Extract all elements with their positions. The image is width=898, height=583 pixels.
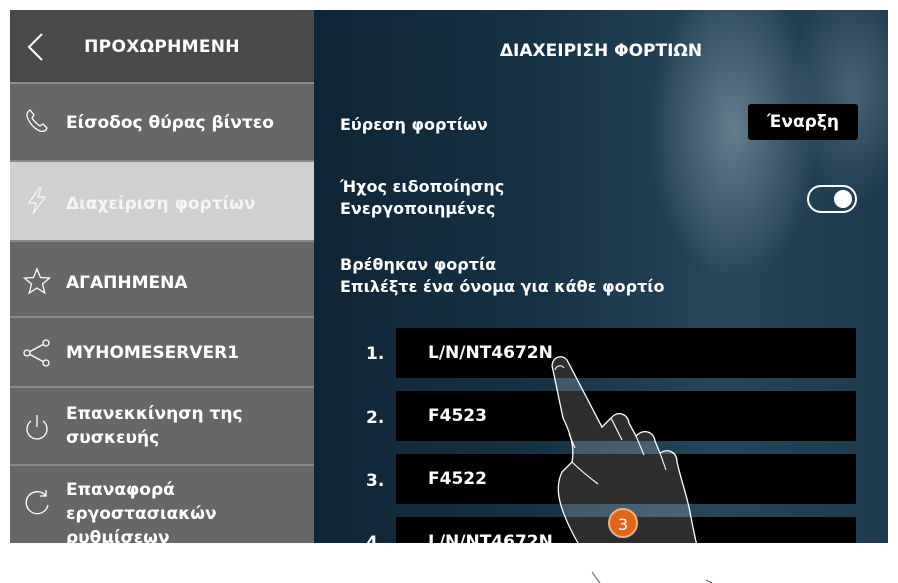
star-icon [22,267,52,295]
sidebar-item-label: ΑΓΑΠΗΜΕΝΑ [66,273,188,293]
toggle-knob [834,190,852,208]
sidebar-item-video-door-entry[interactable]: Είσοδος θύρας βίντεο [10,84,314,162]
instruction-text: Επιλέξτε ένα όνομα για κάθε φορτίο [340,277,665,296]
load-number: 1. [366,344,385,364]
sidebar-title: ΠΡΟΧΩΡΗΜΕΝΗ [84,37,240,57]
load-number: 4. [366,533,385,543]
load-number: 2. [366,408,385,428]
sidebar-item-label: Επανεκκίνηση της συσκευής [66,404,243,448]
reset-icon [25,490,49,515]
share-icon [23,339,50,367]
lightning-icon [27,187,47,215]
notification-status: Ενεργοποιημένες [340,199,496,218]
search-loads-label: Εύρεση φορτίων [340,115,488,134]
load-name-field[interactable]: F4523 [396,391,856,441]
phone-icon [26,109,48,133]
load-name-field[interactable]: F4522 [396,454,856,504]
load-name-field[interactable]: L/N/NT4672N [396,328,856,378]
sidebar-item-load-management[interactable]: Διαχείριση φορτίων [10,162,314,242]
sidebar-item-factory-reset[interactable]: Επαναφορά εργοστασιακών ρυθμίσεων [10,466,314,543]
device-screen: ΠΡΟΧΩΡΗΜΕΝΗ Είσοδος θύρας βίντεο Διαχείρ… [10,10,888,543]
step-number-badge: 3 [608,508,638,538]
sidebar-item-restart-device[interactable]: Επανεκκίνηση της συσκευής [10,388,314,466]
sidebar-item-favourites[interactable]: ΑΓΑΠΗΜΕΝΑ [10,242,314,318]
sidebar-item-label: MYHOMESERVER1 [66,343,240,363]
sidebar-header: ΠΡΟΧΩΡΗΜΕΝΗ [10,10,314,84]
start-button[interactable]: Έναρξη [748,104,858,140]
page-title: ΔΙΑΧΕΙΡΙΣΗ ΦΟΡΤΙΩΝ [499,41,703,61]
main-panel: ΔΙΑΧΕΙΡΙΣΗ ΦΟΡΤΙΩΝ Εύρεση φορτίων Έναρξη… [314,10,888,543]
notification-sound-label: Ήχος ειδοποίησης [340,177,505,196]
load-number: 3. [366,471,385,491]
notification-toggle[interactable] [807,185,857,213]
power-icon [26,415,48,440]
sidebar-item-label: Διαχείριση φορτίων [66,194,256,214]
sidebar-item-label: Επαναφορά εργοστασιακών ρυθμίσεων [66,480,217,543]
sidebar: ΠΡΟΧΩΡΗΜΕΝΗ Είσοδος θύρας βίντεο Διαχείρ… [10,10,314,543]
found-loads-label: Βρέθηκαν φορτία [340,255,497,274]
sidebar-item-myhomeserver[interactable]: MYHOMESERVER1 [10,318,314,388]
sidebar-item-label: Είσοδος θύρας βίντεο [66,113,274,133]
